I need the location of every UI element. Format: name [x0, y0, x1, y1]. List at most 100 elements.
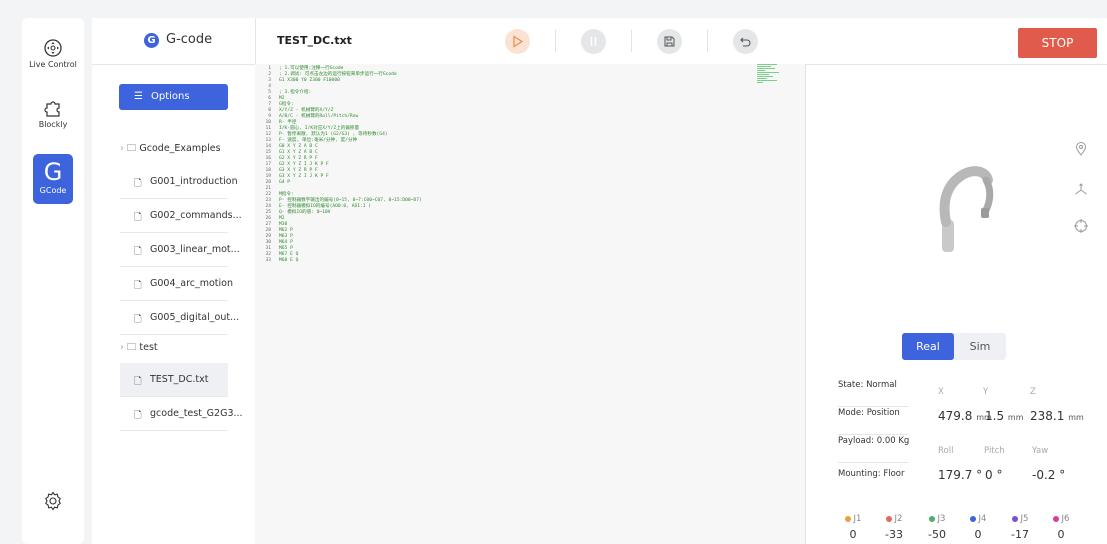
code-text: G1 X300 Y0 Z300 F10000	[279, 78, 340, 83]
stop-button[interactable]: STOP	[1018, 28, 1097, 58]
joint-readout-j5: J5 -17	[1001, 514, 1039, 541]
list-icon: ☰	[134, 91, 143, 102]
mode-toggle: Real Sim	[902, 333, 1006, 360]
save-icon	[664, 36, 675, 47]
joint-readout-j3: J3 -50	[918, 514, 956, 541]
settings-button[interactable]	[22, 491, 84, 513]
y-value: 1.5 mm	[985, 409, 1024, 423]
file-icon: 🗋	[134, 314, 142, 325]
chevron-right-icon: ›	[120, 342, 124, 353]
save-button[interactable]	[657, 29, 682, 54]
file-label: G005_digital_out...	[150, 312, 240, 323]
options-button[interactable]: ☰ Options	[119, 84, 228, 110]
main-panel: G G-code TEST_DC.txt STOP ☰ Options › 🗀	[92, 18, 1107, 544]
folder-gcode-examples[interactable]: › 🗀 Gcode_Examples	[120, 141, 221, 157]
file-icon: 🗋	[134, 410, 142, 421]
z-label: Z	[1030, 387, 1036, 397]
joint-label: J6	[1061, 514, 1070, 524]
chevron-right-icon: ›	[120, 143, 124, 154]
rail-item-live-control[interactable]: Live Control	[22, 38, 84, 69]
file-icon: 🗋	[134, 280, 142, 291]
joint-color-dot	[885, 515, 892, 522]
crosshair-icon[interactable]	[1074, 219, 1088, 233]
top-bar: G G-code TEST_DC.txt STOP	[92, 18, 1107, 65]
yaw-value: -0.2 °	[1032, 468, 1066, 482]
toolbar-divider	[555, 30, 556, 52]
undo-icon	[740, 37, 751, 47]
payload-readout: Payload: 0.00 Kg	[838, 436, 909, 463]
code-text: Q- 模拟IO的值: 0~10V	[279, 210, 331, 215]
file-item[interactable]: 🗋 G001_introduction	[120, 165, 238, 199]
file-label: G003_linear_mot...	[150, 244, 240, 255]
rail-label: Blockly	[38, 120, 68, 129]
file-item[interactable]: 🗋 G003_linear_mot...	[120, 233, 240, 267]
axes-icon[interactable]	[1074, 183, 1088, 197]
x-label: X	[938, 387, 944, 397]
folder-icon: 🗀	[126, 143, 137, 154]
file-item[interactable]: 🗋 G002_commands...	[120, 199, 242, 233]
state-readout: State: Normal	[838, 380, 908, 407]
gcode-logo-icon: G	[144, 33, 159, 48]
joystick-icon	[44, 39, 62, 57]
options-label: Options	[151, 91, 190, 102]
file-label: G001_introduction	[150, 176, 238, 187]
file-item-selected[interactable]: 🗋 TEST_DC.txt	[120, 363, 228, 397]
yaw-label: Yaw	[1032, 446, 1049, 456]
mounting-readout: Mounting: Floor	[838, 469, 905, 479]
file-icon: 🗋	[134, 212, 142, 223]
file-item[interactable]: 🗋 gcode_test_G2G3...	[120, 397, 243, 431]
robot-panel: Real Sim State: Normal Mode: Position Pa…	[806, 64, 1107, 544]
x-value: 479.8 mm	[938, 409, 992, 423]
joint-value: -33	[885, 528, 903, 541]
roll-label: Roll	[938, 446, 954, 456]
joint-readout-j4: J4 0	[959, 514, 997, 541]
joint-value: 0	[849, 528, 857, 541]
line-number: 33	[265, 258, 271, 263]
gear-icon	[45, 491, 61, 511]
minimap[interactable]	[757, 64, 781, 94]
toolbar-divider	[631, 30, 632, 52]
toolbar-divider	[707, 30, 708, 52]
joint-label: J5	[1020, 514, 1029, 524]
file-label: G002_commands...	[150, 210, 242, 221]
file-item[interactable]: 🗋 G005_digital_out...	[120, 301, 239, 335]
code-text: G4 P	[279, 180, 291, 185]
app-name: G-code	[166, 32, 213, 47]
robot-arm-model[interactable]	[924, 162, 1004, 254]
pause-button[interactable]	[581, 29, 606, 54]
joint-value: -50	[928, 528, 946, 541]
puzzle-icon	[44, 101, 60, 117]
left-rail: Live Control Blockly G GCode	[22, 18, 84, 544]
joint-label: J1	[853, 514, 862, 524]
joint-value: 0	[1057, 528, 1065, 541]
joint-color-dot	[928, 515, 935, 522]
joint-color-dot	[1052, 515, 1059, 522]
rail-item-blockly[interactable]: Blockly	[22, 98, 84, 129]
joint-color-dot	[844, 515, 851, 522]
rail-label: GCode	[39, 186, 67, 195]
location-pin-icon[interactable]	[1074, 142, 1088, 156]
folder-label: Gcode_Examples	[139, 143, 221, 154]
code-editor[interactable]: 1; 1.可以使用;注释一行Gcode 2; 2.调试: 可点击左边的运行按钮来单…	[255, 64, 806, 544]
run-button[interactable]	[505, 29, 530, 54]
real-mode-button[interactable]: Real	[902, 333, 954, 360]
folder-test[interactable]: › 🗀 test	[120, 340, 158, 356]
file-icon: 🗋	[134, 178, 142, 189]
file-icon: 🗋	[134, 376, 142, 387]
z-value: 238.1 mm	[1030, 409, 1084, 423]
file-label: gcode_test_G2G3...	[150, 408, 243, 419]
file-item[interactable]: 🗋 G004_arc_motion	[120, 267, 233, 301]
joint-readout-j2: J2 -33	[875, 514, 913, 541]
rail-item-gcode[interactable]: G GCode	[22, 154, 84, 204]
code-text: M68 E Q	[279, 258, 299, 263]
pitch-label: Pitch	[984, 446, 1005, 456]
joint-color-dot	[1011, 515, 1018, 522]
file-icon: 🗋	[134, 246, 142, 257]
joint-readout-j6: J6 0	[1042, 514, 1080, 541]
file-sidebar: ☰ Options › 🗀 Gcode_Examples 🗋 G001_intro…	[92, 64, 256, 544]
file-title: TEST_DC.txt	[277, 34, 352, 47]
app-header: G G-code	[92, 18, 256, 64]
undo-button[interactable]	[733, 29, 758, 54]
file-label: G004_arc_motion	[150, 278, 233, 289]
sim-mode-button[interactable]: Sim	[954, 333, 1006, 360]
